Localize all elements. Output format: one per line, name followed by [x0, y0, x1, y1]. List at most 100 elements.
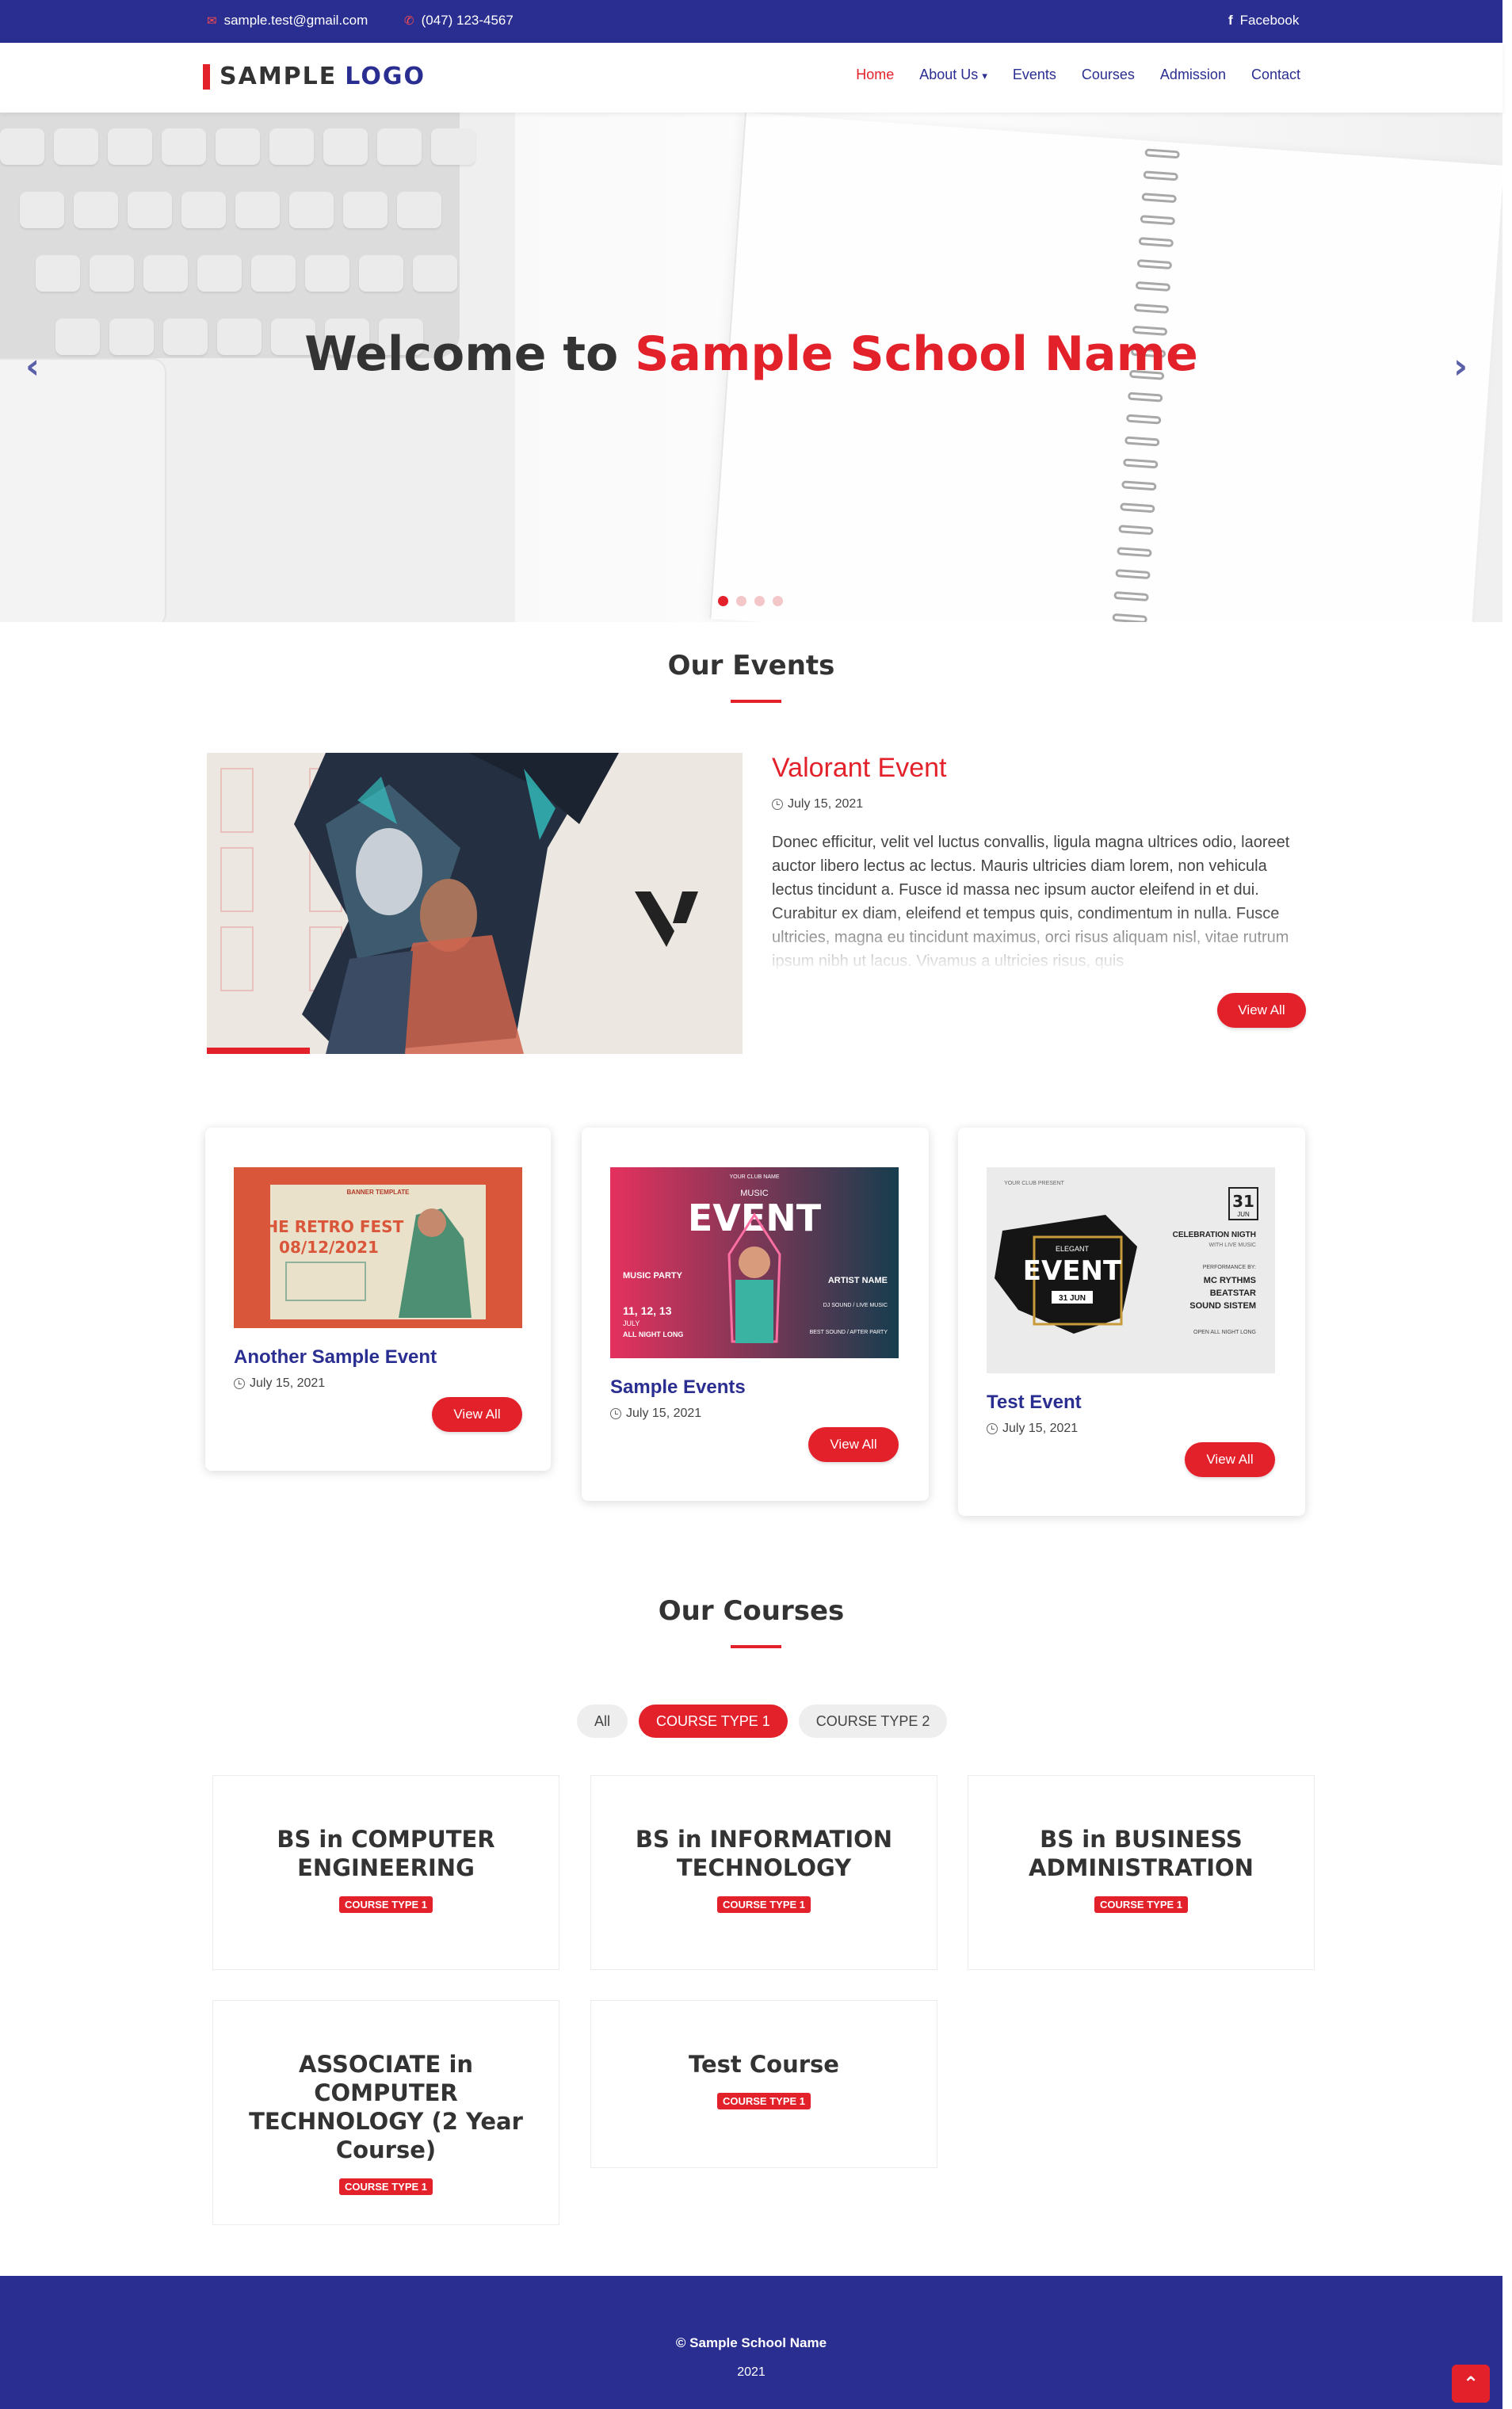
course-title: Test Course	[689, 2051, 839, 2078]
featured-view-all-button[interactable]: View All	[1217, 993, 1306, 1028]
event-card[interactable]: YOUR CLUB PRESENT 31 JUN ELEGANT EVENT 3…	[958, 1128, 1305, 1516]
keyboard-key	[36, 255, 80, 292]
elegant-event-poster: YOUR CLUB PRESENT 31 JUN ELEGANT EVENT 3…	[987, 1167, 1275, 1373]
filter-course-type-1[interactable]: COURSE TYPE 1	[639, 1705, 788, 1738]
poster-line2: 08/12/2021	[279, 1238, 379, 1257]
logo-text-part2: LOGO	[345, 63, 426, 90]
footer-year: 2021	[737, 2365, 766, 2379]
carousel-indicator-dot[interactable]	[754, 596, 765, 606]
courses-heading: Our Courses	[658, 1595, 845, 1627]
poster-artist: ARTIST NAME	[828, 1276, 888, 1285]
event-card-date: July 15, 2021	[987, 1422, 1078, 1436]
event-card[interactable]: YOUR CLUB NAME MUSIC EVENT MUSIC PARTY 1…	[582, 1128, 929, 1501]
carousel-indicator-dot[interactable]	[718, 596, 728, 606]
facebook-icon: f	[1228, 13, 1233, 28]
course-type-badge: COURSE TYPE 1	[1094, 1896, 1189, 1913]
nav-item-home[interactable]: Home	[856, 67, 894, 83]
event-card[interactable]: BANNER TEMPLATE THE RETRO FEST 08/12/202…	[205, 1128, 551, 1471]
back-to-top-icon[interactable]: ⌃	[1452, 2365, 1490, 2403]
poster-month: JULY	[623, 1319, 640, 1327]
notebook-spiral-ring	[1125, 414, 1162, 425]
course-card[interactable]: BS in COMPUTER ENGINEERING COURSE TYPE 1	[212, 1775, 559, 1970]
poster-left1: MUSIC PARTY	[623, 1271, 683, 1281]
course-type-badge: COURSE TYPE 1	[338, 1896, 433, 1913]
keyboard-key	[431, 128, 475, 165]
poster-big: EVENT	[1023, 1255, 1122, 1287]
email-text: sample.test@gmail.com	[223, 13, 368, 28]
facebook-link[interactable]: f Facebook	[1228, 13, 1299, 29]
poster-c6: SOUND SISTEM	[1189, 1301, 1256, 1311]
poster-c2: WITH LIVE MUSIC	[1208, 1243, 1256, 1248]
clock-icon	[987, 1423, 998, 1434]
hero-title: Welcome to Sample School Name	[0, 326, 1502, 382]
poster-tag: BANNER TEMPLATE	[347, 1189, 410, 1196]
keyboard-key	[162, 128, 206, 165]
notebook-spiral-ring	[1141, 193, 1178, 204]
event-card-date: July 15, 2021	[610, 1407, 701, 1421]
filter-course-type-2[interactable]: COURSE TYPE 2	[798, 1705, 948, 1738]
notebook-spiral-ring	[1144, 148, 1180, 159]
keyboard-key	[108, 128, 152, 165]
chevron-down-icon: ▾	[982, 70, 987, 82]
notebook-spiral-ring	[1113, 590, 1149, 602]
carousel-prev-icon[interactable]: ‹	[25, 346, 40, 387]
nav-item-about[interactable]: About Us ▾	[919, 67, 987, 83]
nav-item-admission[interactable]: Admission	[1160, 67, 1226, 83]
notebook-spiral-ring	[1143, 170, 1179, 181]
event-card-title[interactable]: Sample Events	[610, 1376, 746, 1399]
logo-bar	[203, 63, 210, 90]
event-card-date-text: July 15, 2021	[1002, 1422, 1079, 1435]
site-logo[interactable]: SAMPLE LOGO	[203, 63, 426, 90]
keyboard-key	[305, 255, 349, 292]
course-card[interactable]: BS in BUSINESS ADMINISTRATION COURSE TYP…	[968, 1775, 1315, 1970]
courses-heading-underline	[731, 1645, 781, 1648]
event-card-image: YOUR CLUB PRESENT 31 JUN ELEGANT EVENT 3…	[987, 1167, 1275, 1373]
filter-all[interactable]: All	[577, 1705, 628, 1738]
event-card-title[interactable]: Another Sample Event	[234, 1346, 437, 1369]
main-navbar: SAMPLE LOGO Home About Us ▾ Events Cours…	[0, 43, 1502, 113]
course-card[interactable]: Test Course COURSE TYPE 1	[590, 2000, 937, 2168]
keyboard-key	[128, 192, 172, 228]
keyboard-key	[74, 192, 118, 228]
event-card-title[interactable]: Test Event	[987, 1392, 1082, 1414]
keyboard-key	[323, 128, 368, 165]
clock-icon	[772, 799, 783, 810]
notebook-spiral-ring	[1115, 569, 1151, 580]
nav-item-courses[interactable]: Courses	[1082, 67, 1135, 83]
email-contact[interactable]: ✉ sample.test@gmail.com	[207, 13, 368, 29]
event-card-view-all-button[interactable]: View All	[1185, 1442, 1275, 1477]
nav-item-about-label: About Us	[919, 67, 979, 82]
event-card-date: July 15, 2021	[234, 1376, 325, 1391]
poster-c5: BEATSTAR	[1210, 1288, 1256, 1298]
hero-title-prefix: Welcome to	[304, 326, 619, 382]
notebook-spiral-ring	[1136, 259, 1173, 270]
carousel-next-icon[interactable]: ›	[1453, 346, 1468, 387]
nav-item-contact[interactable]: Contact	[1251, 67, 1300, 83]
course-card[interactable]: BS in INFORMATION TECHNOLOGY COURSE TYPE…	[590, 1775, 937, 1970]
featured-event-date: July 15, 2021	[772, 797, 863, 811]
keyboard-key	[20, 192, 64, 228]
course-card[interactable]: ASSOCIATE in COMPUTER TECHNOLOGY (2 Year…	[212, 2000, 559, 2225]
nav-item-events[interactable]: Events	[1013, 67, 1056, 83]
event-card-view-all-button[interactable]: View All	[808, 1427, 899, 1462]
poster-big: EVENT	[688, 1197, 822, 1239]
poster-night: ALL NIGHT LONG	[623, 1330, 683, 1338]
keyboard-key	[54, 128, 98, 165]
featured-event-image[interactable]	[207, 753, 743, 1054]
notebook-spiral-ring	[1127, 391, 1163, 403]
poster-c7: OPEN ALL NIGHT LONG	[1193, 1330, 1256, 1335]
phone-contact[interactable]: ✆ (047) 123-4567	[404, 13, 514, 29]
hero-title-highlight: Sample School Name	[635, 326, 1198, 382]
keyboard-key	[216, 128, 260, 165]
poster-day: 31	[1232, 1192, 1254, 1211]
featured-event-title[interactable]: Valorant Event	[772, 753, 947, 784]
course-title: BS in COMPUTER ENGINEERING	[277, 1826, 495, 1881]
poster-line1: THE RETRO FEST	[254, 1217, 404, 1236]
event-card-view-all-button[interactable]: View All	[432, 1397, 522, 1432]
carousel-indicator-dot[interactable]	[736, 596, 746, 606]
course-title: ASSOCIATE in COMPUTER TECHNOLOGY (2 Year…	[249, 2051, 523, 2163]
keyboard-key	[143, 255, 188, 292]
poster-club: YOUR CLUB NAME	[729, 1174, 779, 1180]
keyboard-key	[181, 192, 226, 228]
carousel-indicator-dot[interactable]	[773, 596, 783, 606]
